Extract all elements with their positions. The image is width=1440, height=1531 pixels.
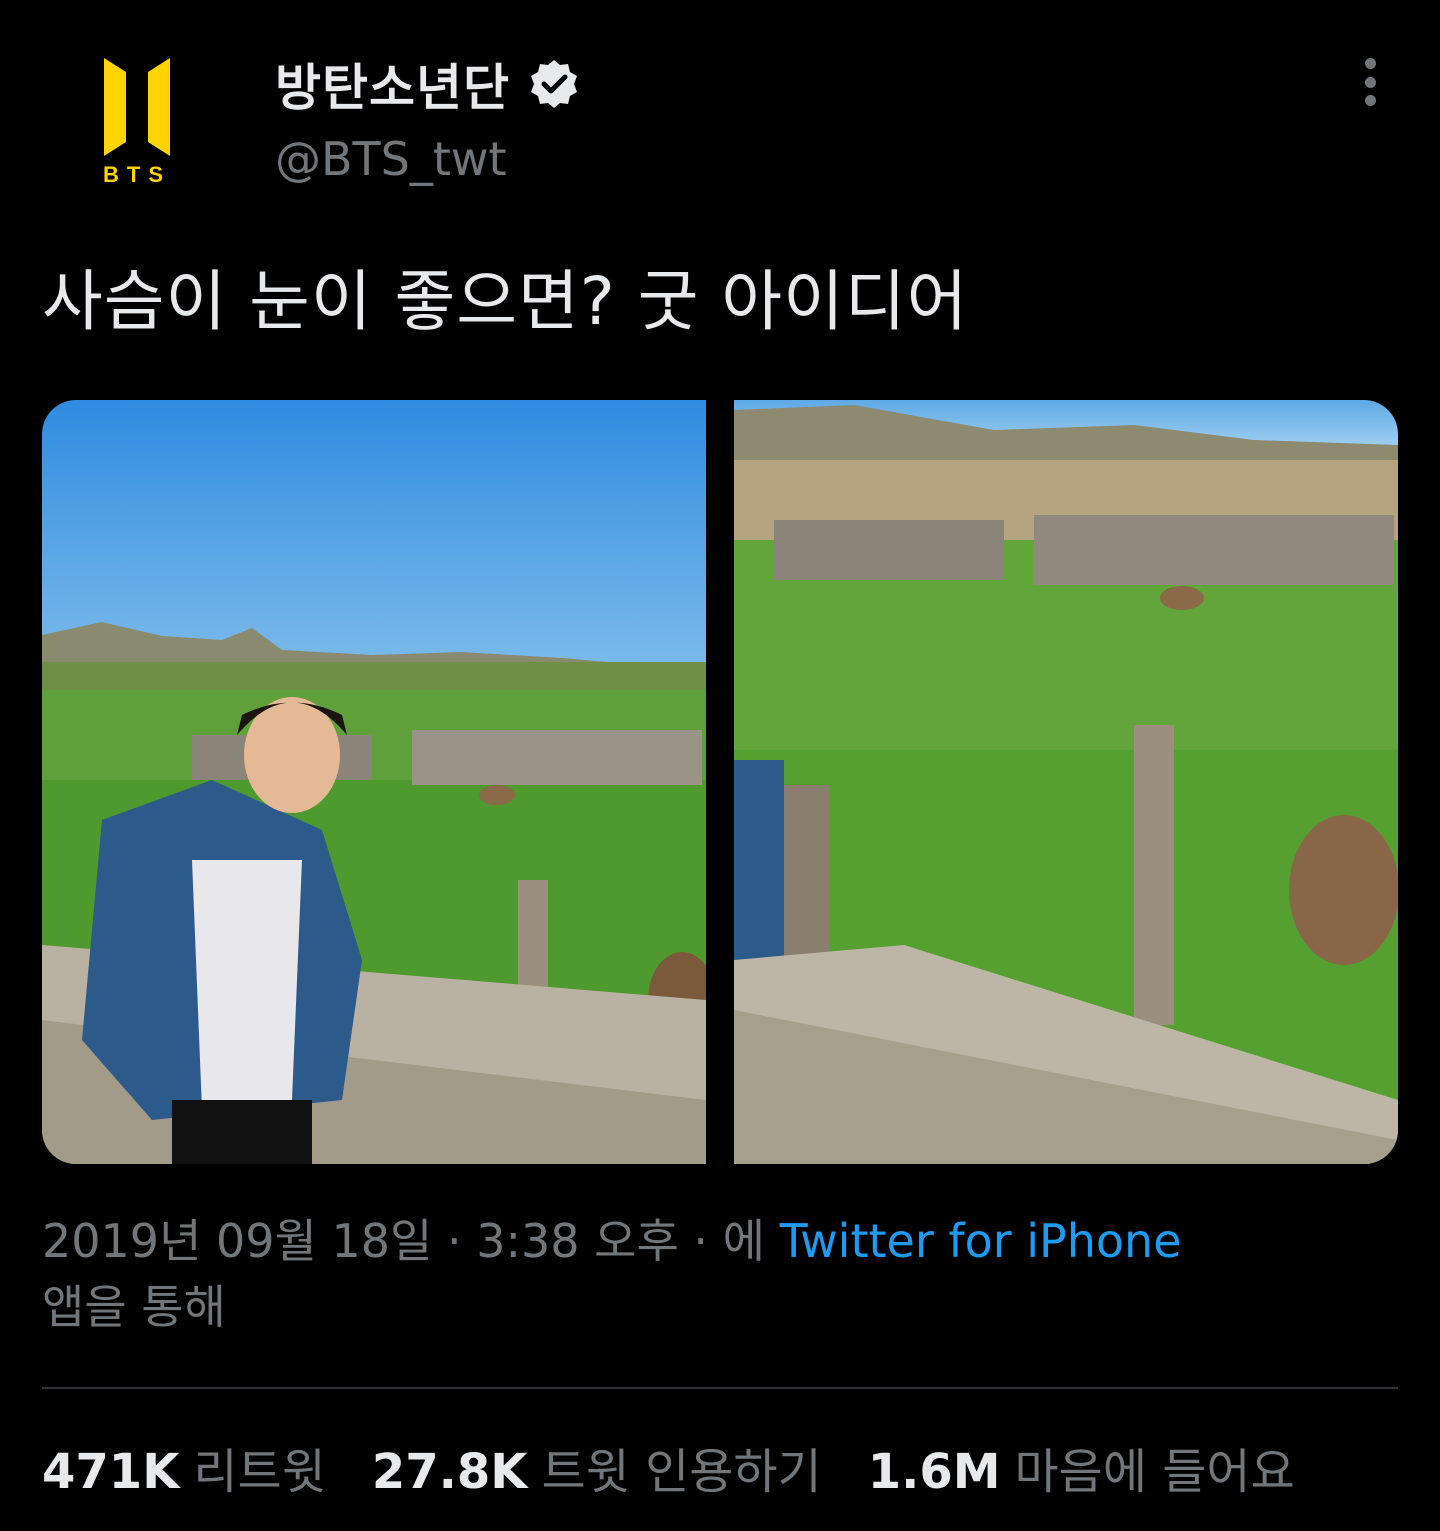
photo-deer-in-pen-icon bbox=[734, 400, 1398, 1164]
display-name[interactable]: 방탄소년단 bbox=[275, 48, 510, 120]
more-options-icon[interactable] bbox=[1345, 52, 1395, 112]
likes-count: 1.6M bbox=[867, 1444, 1001, 1500]
retweets-label: 리트윗 bbox=[193, 1444, 326, 1500]
engagement-stats: 471K 리트윗 27.8K 트윗 인용하기 1.6M 마음에 들어요 bbox=[42, 1432, 1341, 1502]
bts-logo-icon: BTS bbox=[103, 58, 171, 187]
media-grid bbox=[42, 400, 1398, 1164]
divider bbox=[42, 1387, 1398, 1389]
display-name-row[interactable]: 방탄소년단 bbox=[275, 48, 580, 120]
likes-stat[interactable]: 1.6M 마음에 들어요 bbox=[868, 1432, 1295, 1502]
tweet-text: 사슴이 눈이 좋으면? 굿 아이디어 bbox=[42, 263, 969, 340]
tweet-meta: 2019년 09월 18일 · 3:38 오후 · 에 Twitter for … bbox=[42, 1208, 1402, 1340]
user-handle[interactable]: @BTS_twt bbox=[275, 132, 507, 186]
verified-badge-icon bbox=[528, 58, 580, 110]
retweets-count: 471K bbox=[42, 1444, 180, 1500]
quotes-label: 트윗 인용하기 bbox=[541, 1444, 822, 1500]
likes-label: 마음에 들어요 bbox=[1014, 1444, 1295, 1500]
timestamp[interactable]: 2019년 09월 18일 · 3:38 오후 · 에 bbox=[42, 1214, 765, 1268]
source-link[interactable]: Twitter for iPhone bbox=[780, 1214, 1182, 1268]
quotes-count: 27.8K bbox=[371, 1444, 528, 1500]
tweet-detail: BTS 방탄소년단 @BTS_twt 사슴이 눈이 좋으면? 굿 아이디어 20… bbox=[0, 0, 1440, 1531]
photo-1[interactable] bbox=[42, 400, 706, 1164]
source-via: 앱을 통해 bbox=[42, 1280, 226, 1334]
photo-2[interactable] bbox=[734, 400, 1398, 1164]
photo-person-with-deer-icon bbox=[42, 400, 706, 1164]
retweets-stat[interactable]: 471K 리트윗 bbox=[42, 1432, 326, 1502]
avatar-label: BTS bbox=[103, 162, 171, 187]
quotes-stat[interactable]: 27.8K 트윗 인용하기 bbox=[372, 1432, 822, 1502]
avatar[interactable]: BTS bbox=[82, 44, 192, 194]
